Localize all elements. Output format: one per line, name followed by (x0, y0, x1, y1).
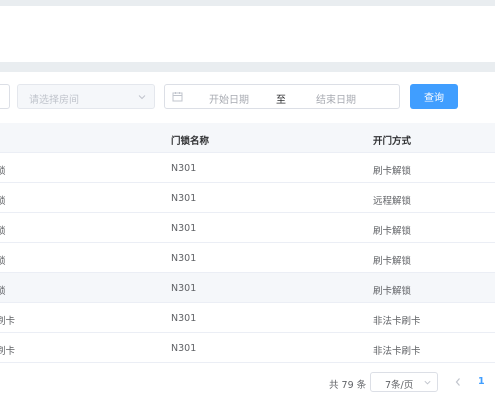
top-panel (0, 6, 495, 62)
table-cell-method: 刷卡解锁 (373, 286, 412, 297)
room-select[interactable]: 请选择房间 (17, 84, 155, 109)
page-size-select[interactable]: 7条/页 (370, 372, 438, 392)
table-cell: 锁 (0, 166, 6, 177)
table-row[interactable]: 刷卡 N301 非法卡刷卡 (0, 333, 495, 363)
prev-page-button[interactable] (452, 374, 464, 390)
table-row[interactable]: 锁 N301 刷卡解锁 (0, 243, 495, 273)
range-separator: 至 (276, 95, 286, 106)
table-cell: 锁 (0, 256, 6, 267)
table-cell-lock: N301 (171, 193, 197, 204)
chevron-down-icon (424, 380, 431, 385)
table-row[interactable]: 锁 N301 刷卡解锁 (0, 213, 495, 243)
room-select-placeholder: 请选择房间 (29, 95, 79, 106)
end-date-input[interactable]: 结束日期 (316, 91, 356, 106)
left-filter-input[interactable] (0, 84, 10, 109)
pagination-total: 共 79 条 (329, 380, 367, 391)
table-cell-method: 刷卡解锁 (373, 166, 412, 177)
chevron-down-icon (138, 95, 146, 100)
column-header-open-method: 开门方式 (373, 136, 412, 147)
table-cell: 刷卡 (0, 316, 16, 327)
table-cell: 锁 (0, 286, 6, 297)
calendar-icon (172, 92, 183, 102)
table-cell-method: 非法卡刷卡 (373, 346, 421, 357)
table-cell-lock: N301 (171, 253, 197, 264)
table-cell-lock: N301 (171, 163, 197, 174)
section-gap (0, 62, 495, 72)
table-cell-method: 非法卡刷卡 (373, 316, 421, 327)
table-row[interactable]: 刷卡 N301 非法卡刷卡 (0, 303, 495, 333)
table-cell-lock: N301 (171, 313, 197, 324)
table-cell: 锁 (0, 226, 6, 237)
table-cell-lock: N301 (171, 343, 197, 354)
table-header: 门锁名称 开门方式 (0, 123, 495, 153)
table-cell-lock: N301 (171, 283, 197, 294)
table-cell-method: 刷卡解锁 (373, 226, 412, 237)
column-header-lock-name: 门锁名称 (171, 136, 210, 147)
table-row[interactable]: 锁 N301 刷卡解锁 (0, 153, 495, 183)
table-cell-method: 远程解锁 (373, 196, 412, 207)
table-cell: 刷卡 (0, 346, 16, 357)
table-cell-method: 刷卡解锁 (373, 256, 412, 267)
date-range-picker[interactable]: 开始日期 至 结束日期 (164, 84, 400, 109)
table-row[interactable]: 锁 N301 远程解锁 (0, 183, 495, 213)
query-button[interactable]: 查询 (410, 84, 458, 109)
page-size-value: 7条/页 (385, 380, 414, 391)
table-cell: 锁 (0, 196, 6, 207)
current-page-number[interactable]: 1 (478, 376, 485, 387)
table-row[interactable]: 锁 N301 刷卡解锁 (0, 273, 495, 303)
table-cell-lock: N301 (171, 223, 197, 234)
start-date-input[interactable]: 开始日期 (209, 91, 249, 106)
chevron-left-icon (455, 378, 460, 386)
